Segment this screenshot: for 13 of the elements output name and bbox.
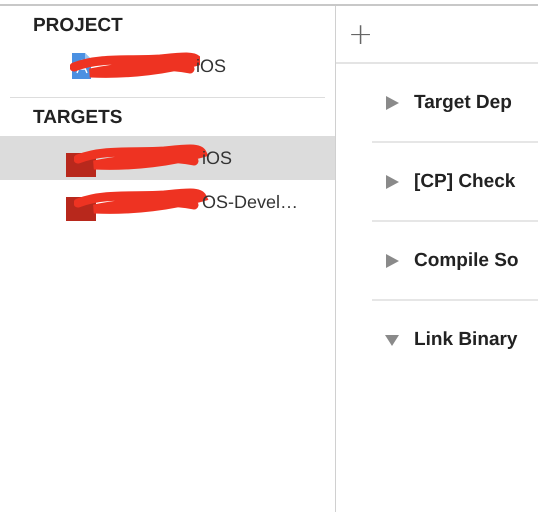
- build-phase-header[interactable]: [CP] Check: [372, 143, 538, 222]
- build-phase-header[interactable]: Link Binary: [372, 301, 538, 378]
- item-name: OS-Devel…: [202, 192, 298, 212]
- item-name: iOS: [202, 148, 232, 168]
- section-heading: PROJECT: [32, 14, 124, 38]
- list-item[interactable]: OS-Devel…: [0, 180, 335, 224]
- list-item[interactable]: iOS: [0, 136, 335, 180]
- add-button[interactable]: +: [348, 16, 374, 52]
- section-heading: TARGETS: [32, 106, 124, 130]
- item-name: iOS: [196, 56, 226, 76]
- list-item[interactable]: iOS: [0, 44, 335, 88]
- build-phase-header[interactable]: Target Dep: [372, 64, 538, 143]
- build-phase-header[interactable]: Compile So: [372, 222, 538, 301]
